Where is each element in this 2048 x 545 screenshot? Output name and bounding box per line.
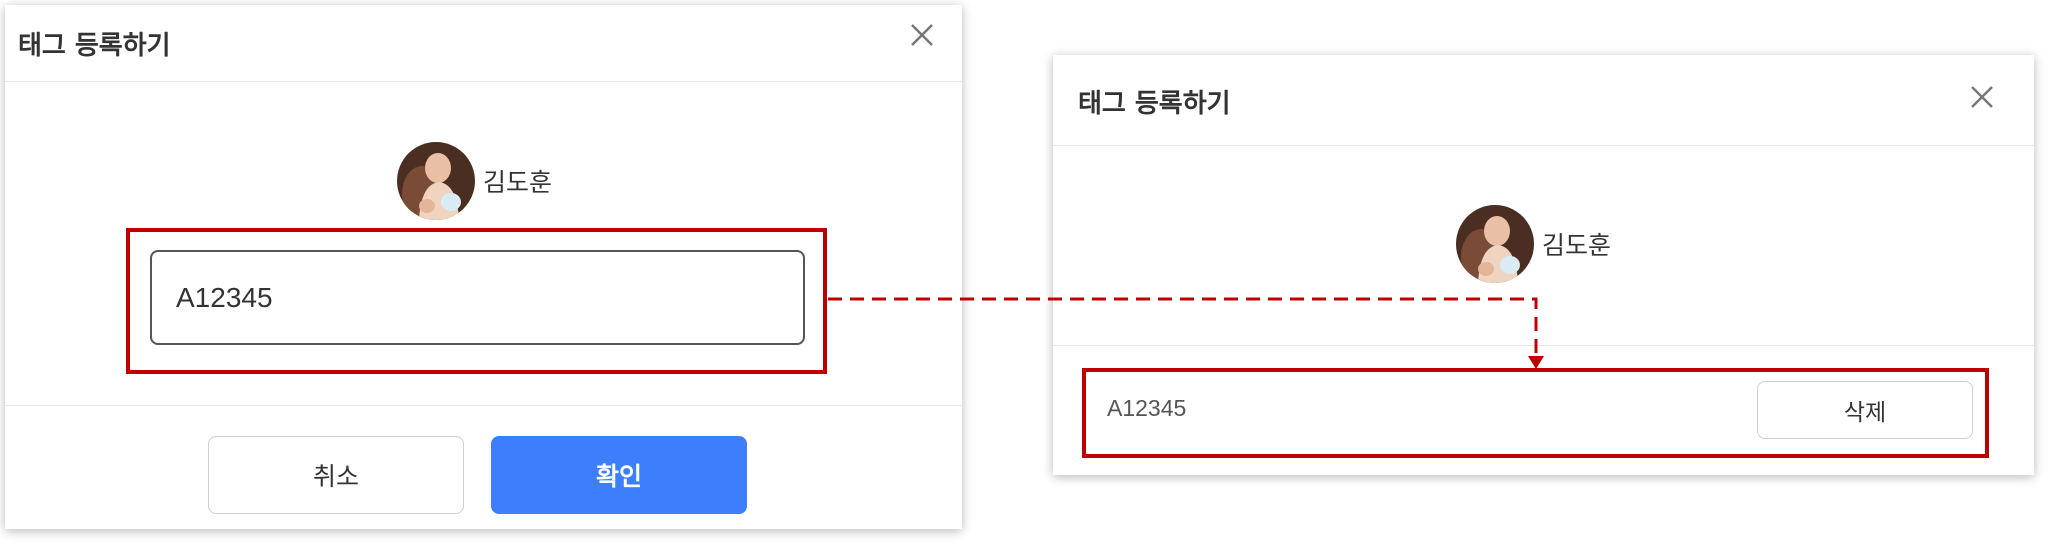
tag-register-dialog-result: 태그 등록하기 김도훈 A12345 삭제 [1053,55,2034,475]
tag-value: A12345 [1107,395,1187,421]
delete-tag-button[interactable]: 삭제 [1757,381,1973,439]
close-icon[interactable] [904,17,940,53]
user-info: 김도훈 [397,142,552,220]
confirm-button-label: 확인 [595,462,642,491]
tag-list-divider [1053,345,2034,346]
avatar [1456,205,1534,283]
user-info: 김도훈 [1456,205,1611,283]
delete-button-label: 삭제 [1843,400,1887,426]
dialog-title: 태그 등록하기 [1078,89,1231,119]
footer-divider [5,405,962,406]
user-name: 김도훈 [483,168,553,197]
dialog-header: 태그 등록하기 [1053,55,2034,146]
confirm-button[interactable]: 확인 [491,436,747,514]
close-icon[interactable] [1964,79,2000,115]
dialog-title: 태그 등록하기 [18,31,171,61]
user-name: 김도훈 [1542,231,1612,260]
cancel-button-label: 취소 [312,462,359,491]
cancel-button[interactable]: 취소 [208,436,464,514]
tag-register-dialog-input: 태그 등록하기 김도훈 취소 확인 [5,5,962,529]
tag-input[interactable] [150,250,805,345]
avatar [397,142,475,220]
dialog-header: 태그 등록하기 [5,5,962,82]
